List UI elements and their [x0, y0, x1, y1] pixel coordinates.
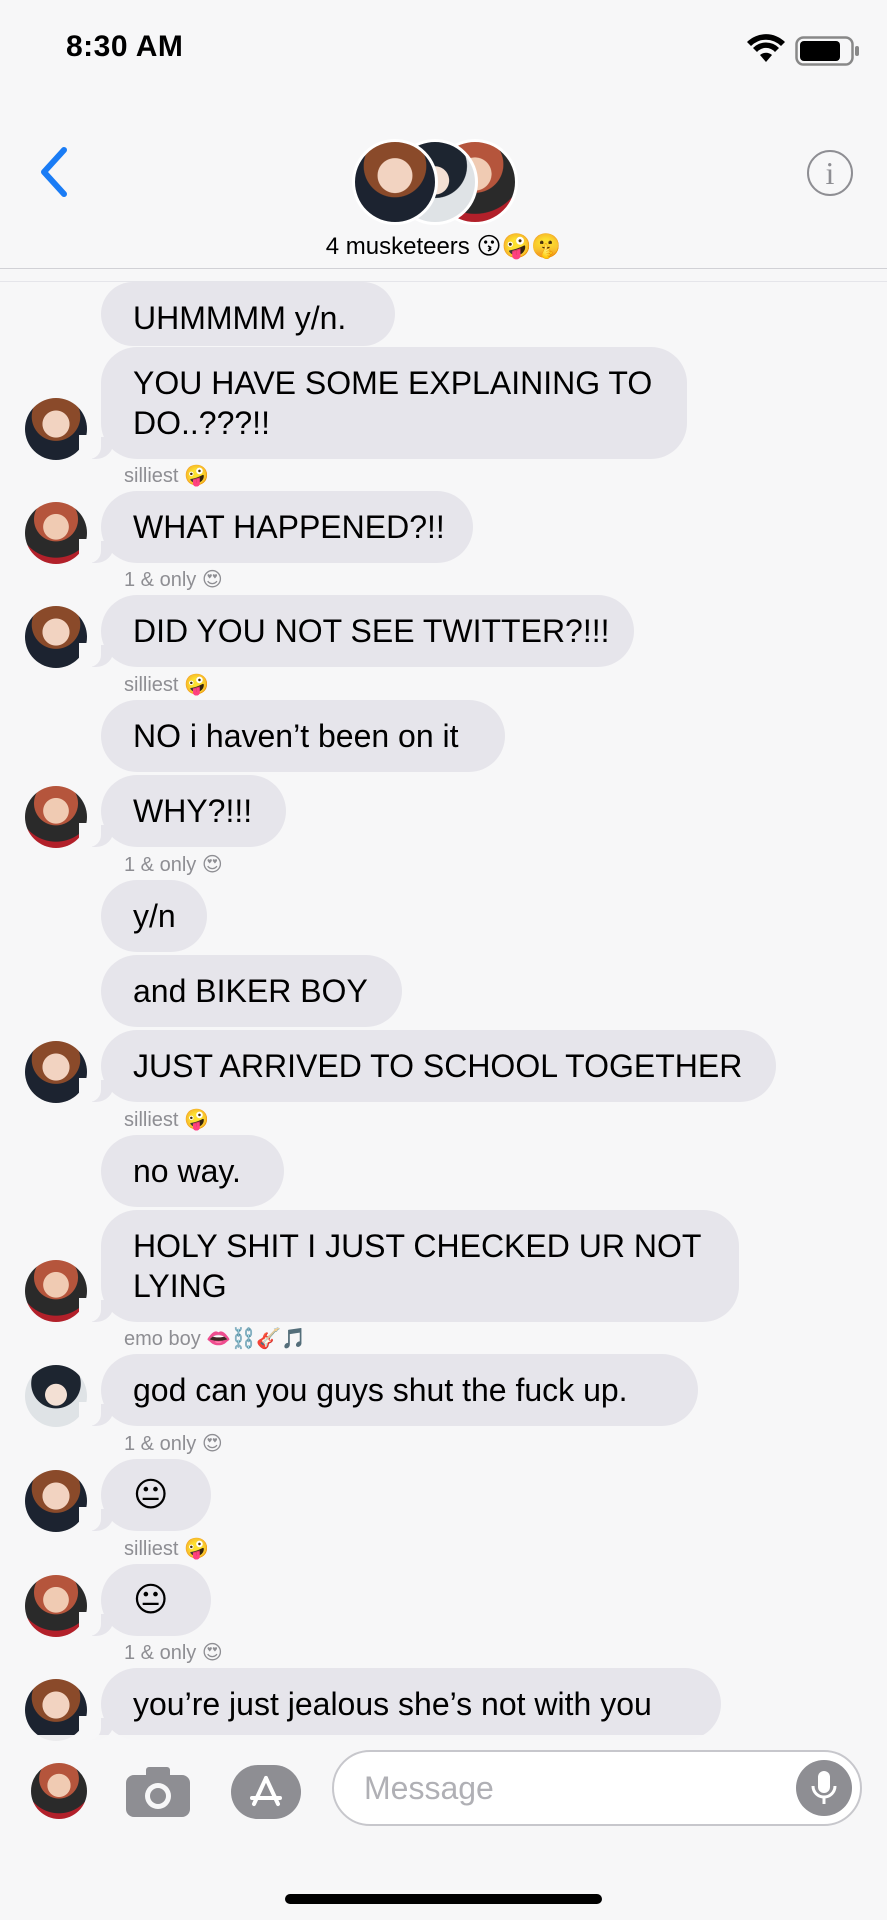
message-bubble[interactable]: 😐 — [79, 1459, 211, 1531]
message-text: y/n — [133, 898, 176, 934]
sender-name: silliest 🤪 — [124, 1109, 209, 1131]
avatar[interactable] — [25, 786, 87, 848]
camera-icon[interactable] — [124, 1763, 192, 1819]
message-text: you’re just jealous she’s not with you — [133, 1686, 652, 1722]
message-text: no way. — [133, 1153, 241, 1189]
avatar[interactable] — [25, 606, 87, 668]
sender-name: 1 & only 😍 — [124, 1642, 223, 1664]
group-name[interactable]: 4 musketeers 😗🤪🤫 — [0, 232, 887, 261]
avatar[interactable] — [25, 502, 87, 564]
message-text: DID YOU NOT SEE TWITTER?!!! — [133, 613, 610, 649]
message-bubble[interactable]: WHY?!!! — [79, 775, 286, 847]
message-text: NO i haven’t been on it — [133, 718, 459, 754]
message-text: WHAT HAPPENED?!! — [133, 509, 445, 545]
home-indicator[interactable] — [285, 1894, 602, 1904]
conversation-header: 4 musketeers 😗🤪🤫 i — [0, 100, 887, 282]
avatar[interactable] — [25, 1041, 87, 1103]
sender-name: silliest 🤪 — [124, 674, 209, 696]
status-time: 8:30 AM — [66, 30, 184, 63]
message-bubble[interactable]: no way. — [101, 1135, 284, 1207]
message-bubble[interactable]: UHMMMM y/n. — [101, 282, 395, 346]
message-text: JUST ARRIVED TO SCHOOL TOGETHER — [133, 1048, 743, 1084]
sender-name: silliest 🤪 — [124, 465, 209, 487]
sender-name: emo boy 👄⛓️🎸🎵 — [124, 1328, 306, 1350]
app-store-glyph — [250, 1776, 282, 1806]
message-text: and BIKER BOY — [133, 973, 368, 1009]
info-icon[interactable]: i — [807, 150, 853, 196]
back-chevron-icon[interactable] — [34, 144, 74, 200]
message-bubble[interactable]: WHAT HAPPENED?!! — [79, 491, 473, 563]
avatar[interactable] — [25, 1679, 87, 1741]
avatar[interactable] — [25, 1365, 87, 1427]
message-input-placeholder: Message — [364, 1770, 494, 1806]
header-divider — [0, 268, 887, 269]
message-text: UHMMMM y/n. — [133, 300, 347, 336]
message-bubble[interactable]: and BIKER BOY — [101, 955, 402, 1027]
avatar[interactable] — [25, 1260, 87, 1322]
message-text: 😐 — [133, 1476, 169, 1514]
message-bubble[interactable]: YOU HAVE SOME EXPLAINING TO DO..???!! — [79, 347, 687, 459]
message-text: WHY?!!! — [133, 793, 253, 829]
message-bubble[interactable]: JUST ARRIVED TO SCHOOL TOGETHER — [79, 1030, 776, 1102]
app-store-icon[interactable] — [231, 1765, 301, 1819]
message-bubble[interactable]: HOLY SHIT I JUST CHECKED UR NOT LYING — [79, 1210, 739, 1322]
message-text: HOLY SHIT I JUST CHECKED UR NOT LYING — [133, 1228, 701, 1304]
message-text: god can you guys shut the fuck up. — [133, 1372, 628, 1408]
message-bubble[interactable]: god can you guys shut the fuck up. — [79, 1354, 698, 1426]
compose-bar: Message — [0, 1735, 887, 1920]
group-avatar-1 — [352, 139, 438, 225]
message-bubble[interactable]: you’re just jealous she’s not with you — [79, 1668, 721, 1740]
sender-name: silliest 🤪 — [124, 1538, 209, 1560]
microphone-icon[interactable] — [796, 1760, 852, 1816]
sender-name: 1 & only 😍 — [124, 569, 223, 591]
message-text: YOU HAVE SOME EXPLAINING TO DO..???!! — [133, 365, 653, 441]
message-bubble[interactable]: 😐 — [79, 1564, 211, 1636]
message-bubble[interactable]: y/n — [101, 880, 207, 952]
message-input[interactable]: Message — [332, 1750, 862, 1826]
battery-icon — [795, 36, 859, 66]
message-bubble[interactable]: NO i haven’t been on it — [101, 700, 505, 772]
microphone-glyph — [811, 1771, 837, 1804]
avatar[interactable] — [25, 1470, 87, 1532]
avatar[interactable] — [25, 1575, 87, 1637]
avatar[interactable] — [25, 398, 87, 460]
message-text: 😐 — [133, 1581, 169, 1619]
memoji-avatar-button[interactable] — [31, 1763, 87, 1819]
group-avatar-stack[interactable] — [352, 137, 522, 227]
sender-name: 1 & only 😍 — [124, 854, 223, 876]
status-bar: 8:30 AM — [0, 0, 887, 100]
wifi-icon — [747, 34, 785, 62]
sender-name: 1 & only 😍 — [124, 1433, 223, 1455]
message-bubble[interactable]: DID YOU NOT SEE TWITTER?!!! — [79, 595, 634, 667]
